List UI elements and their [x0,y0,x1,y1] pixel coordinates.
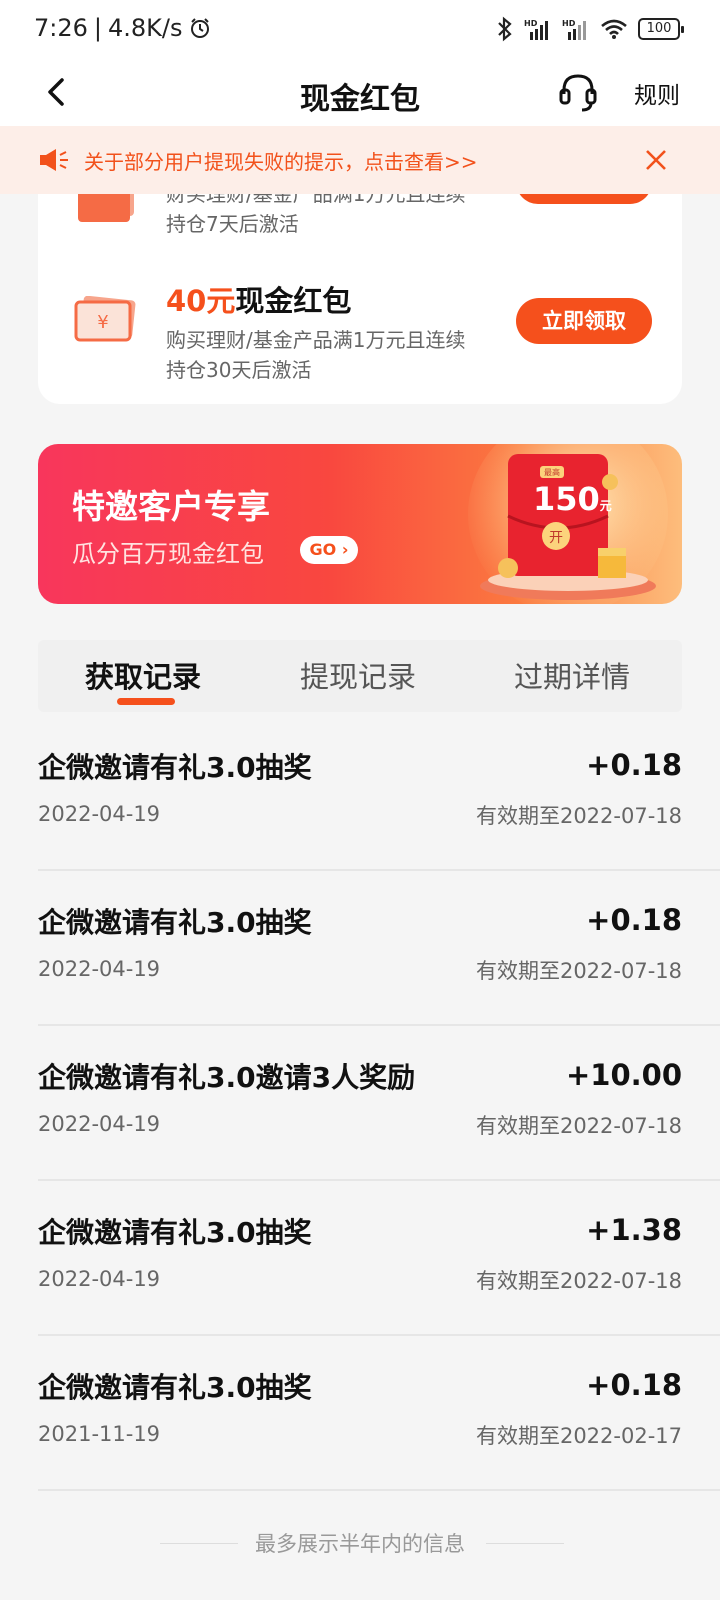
status-left: 7:26 | 4.8K/s [34,14,211,42]
record-date: 2021-11-19 [38,1422,161,1446]
record-list: 企微邀请有礼3.0抽奖 2022-04-19 +0.18 有效期至2022-07… [0,716,720,1491]
sim1-hd: HD [524,19,538,28]
amount-number: 150 [533,480,600,518]
record-date: 2022-04-19 [38,957,161,981]
record-name: 企微邀请有礼3.0邀请3人奖励 [38,1061,416,1094]
status-divider: | [93,14,102,42]
status-time: 7:26 [34,14,88,42]
signal-icon-sim1: HD [524,19,548,40]
coupon-desc-line2: 持仓7天后激活 [166,212,299,236]
coupon-amount: 40元 [166,284,236,318]
record-date: 2022-04-19 [38,802,161,826]
record-name: 企微邀请有礼3.0抽奖 [38,751,312,784]
banner-title: 特邀客户专享 [72,487,270,526]
svg-text:¥: ¥ [97,312,108,333]
tab-expired-details[interactable]: 过期详情 [514,654,630,696]
red-envelope-coupon-icon: ¥ [74,296,136,342]
record-expiry: 有效期至2022-02-17 [475,1424,682,1448]
red-envelope-gift-illustration: 开 最高 [468,444,668,604]
battery-icon: 100 [638,18,684,40]
customer-service-headset-icon[interactable] [556,70,600,114]
record-tabs: 获取记录 提现记录 过期详情 [38,640,682,712]
notice-text[interactable]: 关于部分用户提现失败的提示，点击查看>> [84,146,478,175]
record-amount: +0.18 [586,1368,682,1402]
banner-amount: 150元 [533,480,612,518]
footer-divider-right [486,1543,564,1544]
promo-banner[interactable]: 特邀客户专享 瓜分百万现金红包 GO › 开 最高 150元 [38,444,682,604]
wifi-icon [601,19,627,39]
status-bar: 7:26 | 4.8K/s HD HD 100 [0,0,720,62]
page-title: 现金红包 [300,82,420,117]
banner-subtitle: 瓜分百万现金红包 [72,540,264,568]
record-date: 2022-04-19 [38,1112,161,1136]
coupon-title: 40元现金红包 [166,278,351,320]
notice-bar[interactable]: 关于部分用户提现失败的提示，点击查看>> [0,126,720,194]
status-speed: 4.8K/s [108,14,183,42]
sim2-hd: HD [562,19,576,28]
alarm-icon [190,18,209,38]
record-amount: +0.18 [586,748,682,782]
record-amount: +0.18 [586,903,682,937]
list-item[interactable]: 企微邀请有礼3.0抽奖 2021-11-19 +0.18 有效期至2022-02… [0,1336,720,1491]
close-icon[interactable] [642,146,670,174]
amount-unit: 元 [599,499,612,513]
speaker-icon [40,149,68,171]
max-badge: 最高 [544,467,560,477]
record-name: 企微邀请有礼3.0抽奖 [38,1371,312,1404]
signal-icon-sim2: HD [562,19,586,40]
record-expiry: 有效期至2022-07-18 [475,1114,682,1138]
claim-now-button[interactable]: 立即领取 [516,298,652,344]
coupon-desc-line2: 持仓30天后激活 [166,358,312,382]
tab-withdraw-records[interactable]: 提现记录 [300,654,416,696]
list-item[interactable]: 企微邀请有礼3.0抽奖 2022-04-19 +1.38 有效期至2022-07… [0,1181,720,1336]
go-label: GO [309,540,337,559]
status-right: HD HD 100 [496,16,684,42]
record-name: 企微邀请有礼3.0抽奖 [38,906,312,939]
record-expiry: 有效期至2022-07-18 [475,1269,682,1293]
record-name: 企微邀请有礼3.0抽奖 [38,1216,312,1249]
footer-note: 最多展示半年内的信息 [255,1532,465,1556]
coupon-desc-line1: 购买理财/基金产品满1万元且连续 [166,328,466,352]
record-expiry: 有效期至2022-07-18 [475,804,682,828]
record-expiry: 有效期至2022-07-18 [475,959,682,983]
bluetooth-icon [498,16,512,42]
list-item[interactable]: 企微邀请有礼3.0抽奖 2022-04-19 +0.18 有效期至2022-07… [0,871,720,1026]
nav-bar: 现金红包 规则 [0,62,720,126]
record-amount: +1.38 [586,1213,682,1247]
record-amount: +10.00 [565,1058,682,1092]
go-button[interactable]: GO › [300,536,358,564]
tab-acquire-records[interactable]: 获取记录 [85,654,201,696]
open-label: 开 [549,530,563,546]
list-item[interactable]: 企微邀请有礼3.0邀请3人奖励 2022-04-19 +10.00 有效期至20… [0,1026,720,1181]
coupon-title-text: 现金红包 [235,284,352,318]
list-item[interactable]: 企微邀请有礼3.0抽奖 2022-04-19 +0.18 有效期至2022-07… [0,716,720,871]
record-date: 2022-04-19 [38,1267,161,1291]
rules-link[interactable]: 规则 [634,76,680,110]
active-tab-indicator [117,698,175,705]
